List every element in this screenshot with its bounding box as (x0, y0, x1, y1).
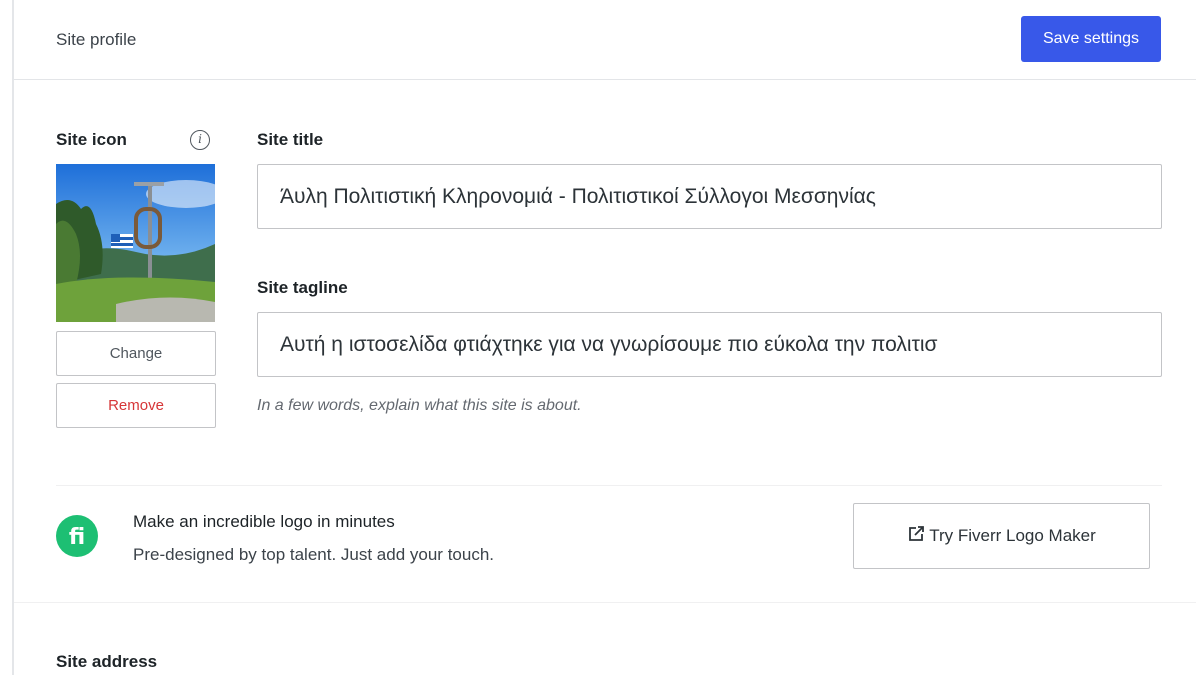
change-icon-button[interactable]: Change (56, 331, 216, 376)
try-fiverr-logo-maker-button[interactable]: Try Fiverr Logo Maker (853, 503, 1150, 569)
site-title-label: Site title (257, 130, 324, 149)
save-settings-button[interactable]: Save settings (1021, 16, 1161, 62)
fiverr-button-label: Try Fiverr Logo Maker (929, 526, 1096, 545)
site-title-input[interactable] (257, 164, 1162, 229)
site-icon-image (56, 164, 215, 322)
remove-icon-button[interactable]: Remove (56, 383, 216, 428)
fiverr-logo-icon: fi (56, 515, 98, 557)
section-header: Site profile Save settings (14, 0, 1196, 80)
site-tagline-input[interactable] (257, 312, 1162, 377)
external-link-icon (907, 525, 925, 548)
site-icon-label: Site icon (56, 130, 127, 149)
promo-divider (56, 485, 1162, 486)
promo-title: Make an incredible logo in minutes (133, 512, 395, 531)
section-divider (14, 602, 1196, 603)
promo-subtitle: Pre-designed by top talent. Just add you… (133, 545, 495, 564)
site-address-label: Site address (56, 652, 158, 671)
left-border (12, 0, 14, 675)
site-profile-settings: Site profile Save settings Site icon i C… (0, 0, 1196, 675)
section-title: Site profile (56, 30, 137, 49)
tagline-help-text: In a few words, explain what this site i… (257, 397, 582, 414)
svg-text:fi: fi (69, 525, 85, 550)
site-tagline-label: Site tagline (257, 278, 348, 297)
info-icon[interactable]: i (190, 130, 210, 150)
